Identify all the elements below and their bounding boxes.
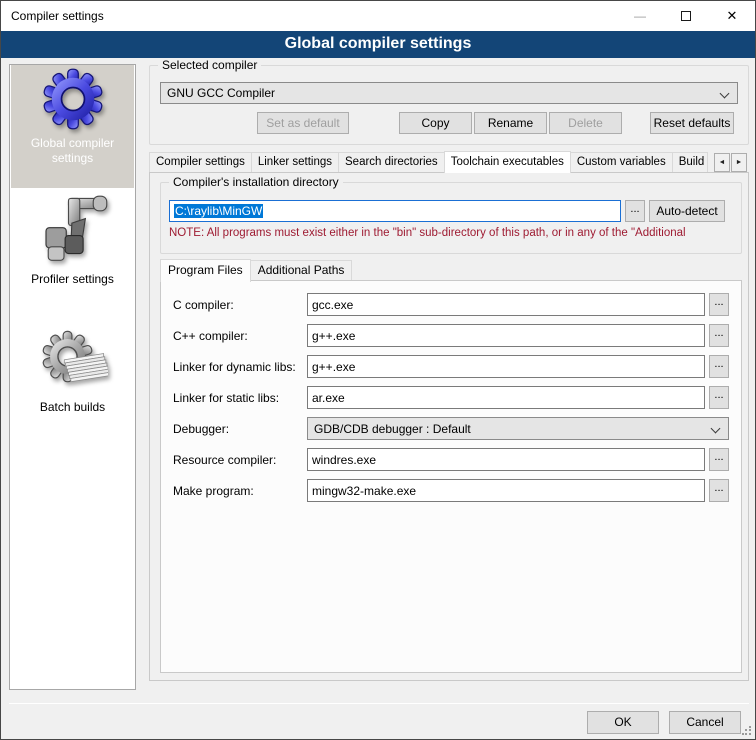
static-linker-browse-button[interactable]: ...	[709, 386, 729, 409]
batch-builds-icon	[38, 327, 108, 397]
blue-gear-icon	[39, 65, 107, 133]
dynamic-linker-input[interactable]: g++.exe	[307, 355, 705, 378]
field-label: Resource compiler:	[173, 453, 307, 467]
cpp-compiler-row: C++ compiler: g++.exe ...	[173, 324, 729, 347]
sidebar-item-batch-builds[interactable]: Batch builds	[11, 325, 134, 423]
dynamic-linker-row: Linker for dynamic libs: g++.exe ...	[173, 355, 729, 378]
field-label: C compiler:	[173, 298, 307, 312]
titlebar: Compiler settings — ✕	[1, 1, 755, 31]
close-button[interactable]: ✕	[709, 1, 755, 31]
tab-compiler-settings[interactable]: Compiler settings	[149, 152, 252, 173]
page-title: Global compiler settings	[1, 31, 755, 58]
install-dir-value: C:\raylib\MinGW	[174, 204, 263, 218]
install-dir-input[interactable]: C:\raylib\MinGW	[169, 200, 621, 222]
close-icon: ✕	[727, 8, 738, 24]
compiler-settings-dialog: Compiler settings — ✕ Global compiler se…	[0, 0, 756, 740]
minimize-button[interactable]: —	[617, 1, 663, 31]
footer-divider	[9, 703, 749, 704]
install-dir-note: NOTE: All programs must exist either in …	[169, 227, 739, 239]
rename-button[interactable]: Rename	[474, 112, 547, 134]
resource-compiler-input[interactable]: windres.exe	[307, 448, 705, 471]
debugger-value: GDB/CDB debugger : Default	[314, 422, 471, 436]
copy-button[interactable]: Copy	[399, 112, 472, 134]
main-tabstrip: Compiler settings Linker settings Search…	[149, 151, 749, 173]
c-compiler-browse-button[interactable]: ...	[709, 293, 729, 316]
set-as-default-button[interactable]: Set as default	[257, 112, 349, 134]
program-files-page: C compiler: gcc.exe ... C++ compiler: g+…	[160, 280, 742, 673]
reset-defaults-button[interactable]: Reset defaults	[650, 112, 734, 134]
selected-compiler-group: Selected compiler GNU GCC Compiler Set a…	[149, 65, 749, 145]
cpp-compiler-browse-button[interactable]: ...	[709, 324, 729, 347]
resource-compiler-row: Resource compiler: windres.exe ...	[173, 448, 729, 471]
sidebar-item-global-compiler-settings[interactable]: Global compiler settings	[11, 65, 134, 188]
field-label: C++ compiler:	[173, 329, 307, 343]
settings-sidebar: Global compiler settings Profiler settin…	[9, 64, 136, 690]
sidebar-item-label: Global compiler settings	[12, 136, 133, 166]
sidebar-item-profiler-settings[interactable]: Profiler settings	[11, 191, 134, 299]
make-program-input[interactable]: mingw32-make.exe	[307, 479, 705, 502]
static-linker-value: ar.exe	[312, 391, 345, 405]
tab-program-files[interactable]: Program Files	[160, 259, 251, 282]
static-linker-row: Linker for static libs: ar.exe ...	[173, 386, 729, 409]
cpp-compiler-input[interactable]: g++.exe	[307, 324, 705, 347]
tab-additional-paths[interactable]: Additional Paths	[250, 260, 353, 281]
programs-tabstrip: Program Files Additional Paths	[160, 259, 351, 281]
field-label: Linker for static libs:	[173, 391, 307, 405]
install-dir-browse-button[interactable]: ...	[625, 200, 645, 222]
compiler-select[interactable]: GNU GCC Compiler	[160, 82, 738, 104]
resource-compiler-value: windres.exe	[312, 453, 376, 467]
dynamic-linker-value: g++.exe	[312, 360, 355, 374]
tab-scroll-right-icon: ►	[736, 159, 743, 166]
tab-build-options[interactable]: Build	[672, 152, 708, 173]
make-program-row: Make program: mingw32-make.exe ...	[173, 479, 729, 502]
group-label: Compiler's installation directory	[169, 175, 343, 189]
c-compiler-input[interactable]: gcc.exe	[307, 293, 705, 316]
c-compiler-row: C compiler: gcc.exe ...	[173, 293, 729, 316]
static-linker-input[interactable]: ar.exe	[307, 386, 705, 409]
chevron-down-icon	[711, 424, 721, 434]
window-title: Compiler settings	[1, 9, 104, 23]
make-program-value: mingw32-make.exe	[312, 484, 416, 498]
field-label: Make program:	[173, 484, 307, 498]
c-compiler-value: gcc.exe	[312, 298, 353, 312]
tab-search-directories[interactable]: Search directories	[338, 152, 445, 173]
field-label: Linker for dynamic libs:	[173, 360, 307, 374]
installation-directory-group: Compiler's installation directory C:\ray…	[160, 182, 742, 254]
tab-scroll-right-button[interactable]: ►	[731, 153, 747, 172]
auto-detect-button[interactable]: Auto-detect	[649, 200, 725, 222]
maximize-button[interactable]	[663, 1, 709, 31]
sidebar-item-label: Profiler settings	[31, 272, 114, 287]
resize-grip[interactable]	[742, 726, 752, 736]
cancel-button[interactable]: Cancel	[669, 711, 741, 734]
resource-compiler-browse-button[interactable]: ...	[709, 448, 729, 471]
compiler-select-value: GNU GCC Compiler	[167, 86, 275, 100]
maximize-icon	[681, 11, 691, 21]
tab-linker-settings[interactable]: Linker settings	[251, 152, 339, 173]
tab-scroll-left-button[interactable]: ◄	[714, 153, 730, 172]
field-label: Debugger:	[173, 422, 307, 436]
cpp-compiler-value: g++.exe	[312, 329, 355, 343]
chevron-down-icon	[720, 89, 730, 99]
ok-button[interactable]: OK	[587, 711, 659, 734]
tab-scroll-left-icon: ◄	[719, 159, 726, 166]
debugger-select[interactable]: GDB/CDB debugger : Default	[307, 417, 729, 440]
profiler-caliper-icon	[37, 193, 109, 269]
dynamic-linker-browse-button[interactable]: ...	[709, 355, 729, 378]
sidebar-item-label: Batch builds	[40, 400, 105, 415]
delete-button[interactable]: Delete	[549, 112, 622, 134]
minimize-icon: —	[634, 9, 646, 23]
make-program-browse-button[interactable]: ...	[709, 479, 729, 502]
tab-toolchain-executables[interactable]: Toolchain executables	[444, 151, 571, 173]
debugger-row: Debugger: GDB/CDB debugger : Default	[173, 417, 729, 440]
toolchain-executables-page: Compiler's installation directory C:\ray…	[149, 172, 749, 681]
tab-custom-variables[interactable]: Custom variables	[570, 152, 673, 173]
group-label: Selected compiler	[158, 58, 261, 72]
